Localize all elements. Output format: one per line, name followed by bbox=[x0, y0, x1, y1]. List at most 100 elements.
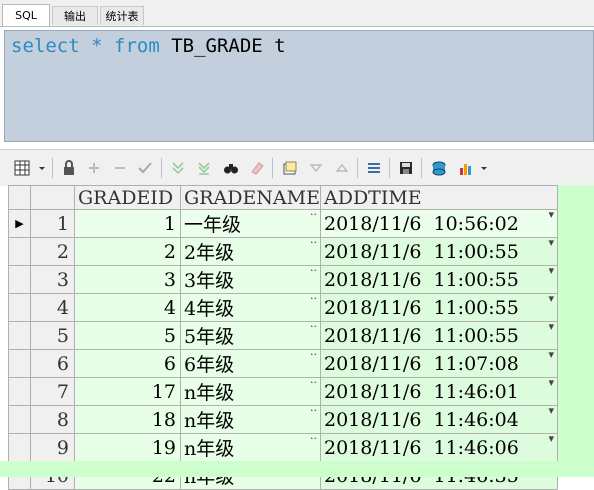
cell-editor-dots-icon[interactable]: ·· bbox=[310, 435, 317, 445]
filter-down-icon[interactable] bbox=[308, 160, 324, 176]
link-icon[interactable] bbox=[366, 160, 382, 176]
cell-gradename[interactable]: 一年级 ·· bbox=[180, 209, 321, 238]
find-icon[interactable] bbox=[223, 160, 239, 176]
tab-statistics[interactable]: 统计表 bbox=[100, 6, 144, 25]
cell-addtime[interactable]: 2018/11/6 11:07:08 ▾ bbox=[319, 349, 558, 378]
cell-gradeid-value: 6 bbox=[163, 352, 176, 375]
cell-editor-dots-icon[interactable]: ·· bbox=[310, 407, 317, 417]
cell-addtime[interactable]: 2018/11/6 11:46:01 ▾ bbox=[319, 377, 558, 406]
row-number: 8 bbox=[30, 405, 75, 434]
table-row[interactable]: 7 17 n年级 ·· 2018/11/6 11:46:01 ▾ bbox=[8, 377, 558, 406]
cell-gradeid[interactable]: 3 bbox=[74, 265, 181, 294]
lock-icon[interactable] bbox=[61, 160, 77, 176]
row-number-value: 4 bbox=[56, 296, 69, 319]
delete-record-icon[interactable] bbox=[112, 160, 128, 176]
grid-footer bbox=[0, 461, 594, 477]
cell-editor-dots-icon[interactable]: ·· bbox=[310, 323, 317, 333]
cell-gradeid[interactable]: 6 bbox=[74, 349, 181, 378]
cell-gradename[interactable]: n年级 ·· bbox=[180, 433, 321, 462]
sql-editor[interactable]: select * from TB_GRADE t bbox=[4, 30, 594, 142]
dropdown-icon[interactable] bbox=[480, 160, 488, 176]
cell-dropdown-icon[interactable]: ▾ bbox=[548, 267, 554, 277]
table-row[interactable]: 8 18 n年级 ·· 2018/11/6 11:46:04 ▾ bbox=[8, 405, 558, 434]
grid-view-icon[interactable] bbox=[14, 160, 34, 176]
cell-gradename[interactable]: 4年级 ·· bbox=[180, 293, 321, 322]
cell-addtime-value: 2018/11/6 11:00:55 bbox=[323, 240, 519, 263]
add-record-icon[interactable] bbox=[86, 160, 102, 176]
row-number: 5 bbox=[30, 321, 75, 350]
column-header-addtime[interactable]: ADDTIME bbox=[319, 185, 558, 210]
chart-icon[interactable] bbox=[458, 160, 476, 176]
clear-icon[interactable] bbox=[249, 160, 265, 176]
cell-dropdown-icon[interactable]: ▾ bbox=[548, 435, 554, 445]
toolbar-separator bbox=[357, 158, 358, 178]
cell-gradename-value: 6年级 bbox=[184, 354, 235, 376]
table-row[interactable]: ▶ 1 1 一年级 ·· 2018/11/6 10:56:02 ▾ bbox=[8, 209, 558, 238]
fetch-next-icon[interactable] bbox=[170, 160, 186, 176]
row-number-value: 9 bbox=[56, 436, 69, 459]
cell-addtime[interactable]: 2018/11/6 11:00:55 ▾ bbox=[319, 293, 558, 322]
table-name-token: TB_GRADE t bbox=[171, 35, 286, 57]
cell-gradeid-value: 17 bbox=[151, 380, 176, 403]
column-header-gradename[interactable]: GRADENAME bbox=[180, 185, 321, 210]
cell-gradeid[interactable]: 19 bbox=[74, 433, 181, 462]
result-grid[interactable]: GRADEID GRADENAME ADDTIME ▶ 1 1 一年级 ·· 2018/1… bbox=[8, 185, 594, 490]
cell-dropdown-icon[interactable]: ▾ bbox=[548, 323, 554, 333]
cell-editor-dots-icon[interactable]: ·· bbox=[310, 211, 317, 221]
cell-gradeid[interactable]: 18 bbox=[74, 405, 181, 434]
cell-gradename[interactable]: 5年级 ·· bbox=[180, 321, 321, 350]
query-by-example-icon[interactable] bbox=[282, 160, 298, 176]
table-row[interactable]: 9 19 n年级 ·· 2018/11/6 11:46:06 ▾ bbox=[8, 433, 558, 462]
cell-addtime[interactable]: 2018/11/6 11:46:04 ▾ bbox=[319, 405, 558, 434]
table-row[interactable]: 3 3 3年级 ·· 2018/11/6 11:00:55 ▾ bbox=[8, 265, 558, 294]
cell-gradename[interactable]: 3年级 ·· bbox=[180, 265, 321, 294]
dropdown-icon[interactable] bbox=[38, 160, 46, 176]
cell-editor-dots-icon[interactable]: ·· bbox=[310, 379, 317, 389]
column-header-gradeid[interactable]: GRADEID bbox=[74, 185, 181, 210]
cell-gradeid[interactable]: 17 bbox=[74, 377, 181, 406]
filter-up-icon[interactable] bbox=[334, 160, 350, 176]
save-icon[interactable] bbox=[398, 160, 414, 176]
cell-editor-dots-icon[interactable]: ·· bbox=[310, 351, 317, 361]
cell-dropdown-icon[interactable]: ▾ bbox=[548, 407, 554, 417]
cell-addtime[interactable]: 2018/11/6 10:56:02 ▾ bbox=[319, 209, 558, 238]
cell-dropdown-icon[interactable]: ▾ bbox=[548, 351, 554, 361]
table-row[interactable]: 4 4 4年级 ·· 2018/11/6 11:00:55 ▾ bbox=[8, 293, 558, 322]
row-indicator bbox=[8, 433, 31, 462]
post-changes-icon[interactable] bbox=[137, 160, 153, 176]
table-row[interactable]: 6 6 6年级 ·· 2018/11/6 11:07:08 ▾ bbox=[8, 349, 558, 378]
cell-gradename[interactable]: n年级 ·· bbox=[180, 377, 321, 406]
cell-gradename-value: n年级 bbox=[184, 438, 235, 460]
export-icon[interactable] bbox=[431, 160, 447, 176]
cell-addtime[interactable]: 2018/11/6 11:00:55 ▾ bbox=[319, 237, 558, 266]
table-row[interactable]: 2 2 2年级 ·· 2018/11/6 11:00:55 ▾ bbox=[8, 237, 558, 266]
cell-addtime[interactable]: 2018/11/6 11:00:55 ▾ bbox=[319, 265, 558, 294]
cell-gradeid[interactable]: 4 bbox=[74, 293, 181, 322]
toolbar-separator bbox=[272, 158, 273, 178]
cell-gradeid[interactable]: 1 bbox=[74, 209, 181, 238]
cell-gradeid[interactable]: 2 bbox=[74, 237, 181, 266]
cell-editor-dots-icon[interactable]: ·· bbox=[310, 295, 317, 305]
cell-addtime-value: 2018/11/6 10:56:02 bbox=[323, 212, 519, 235]
cell-gradename[interactable]: 2年级 ·· bbox=[180, 237, 321, 266]
table-row[interactable]: 5 5 5年级 ·· 2018/11/6 11:00:55 ▾ bbox=[8, 321, 558, 350]
row-number-value: 2 bbox=[56, 240, 69, 263]
cell-gradename[interactable]: n年级 ·· bbox=[180, 405, 321, 434]
cell-gradename-value: 3年级 bbox=[184, 270, 235, 292]
row-number: 7 bbox=[30, 377, 75, 406]
cell-addtime-value: 2018/11/6 11:46:01 bbox=[323, 380, 519, 403]
keyword-from: from bbox=[114, 35, 160, 57]
tab-output[interactable]: 输出 bbox=[52, 6, 98, 25]
cell-editor-dots-icon[interactable]: ·· bbox=[310, 239, 317, 249]
cell-dropdown-icon[interactable]: ▾ bbox=[548, 211, 554, 221]
cell-dropdown-icon[interactable]: ▾ bbox=[548, 295, 554, 305]
cell-dropdown-icon[interactable]: ▾ bbox=[548, 239, 554, 249]
cell-dropdown-icon[interactable]: ▾ bbox=[548, 379, 554, 389]
cell-gradeid[interactable]: 5 bbox=[74, 321, 181, 350]
tab-sql[interactable]: SQL bbox=[2, 4, 50, 26]
cell-addtime[interactable]: 2018/11/6 11:46:06 ▾ bbox=[319, 433, 558, 462]
fetch-all-icon[interactable] bbox=[196, 160, 212, 176]
cell-gradename[interactable]: 6年级 ·· bbox=[180, 349, 321, 378]
cell-addtime[interactable]: 2018/11/6 11:00:55 ▾ bbox=[319, 321, 558, 350]
cell-editor-dots-icon[interactable]: ·· bbox=[310, 267, 317, 277]
